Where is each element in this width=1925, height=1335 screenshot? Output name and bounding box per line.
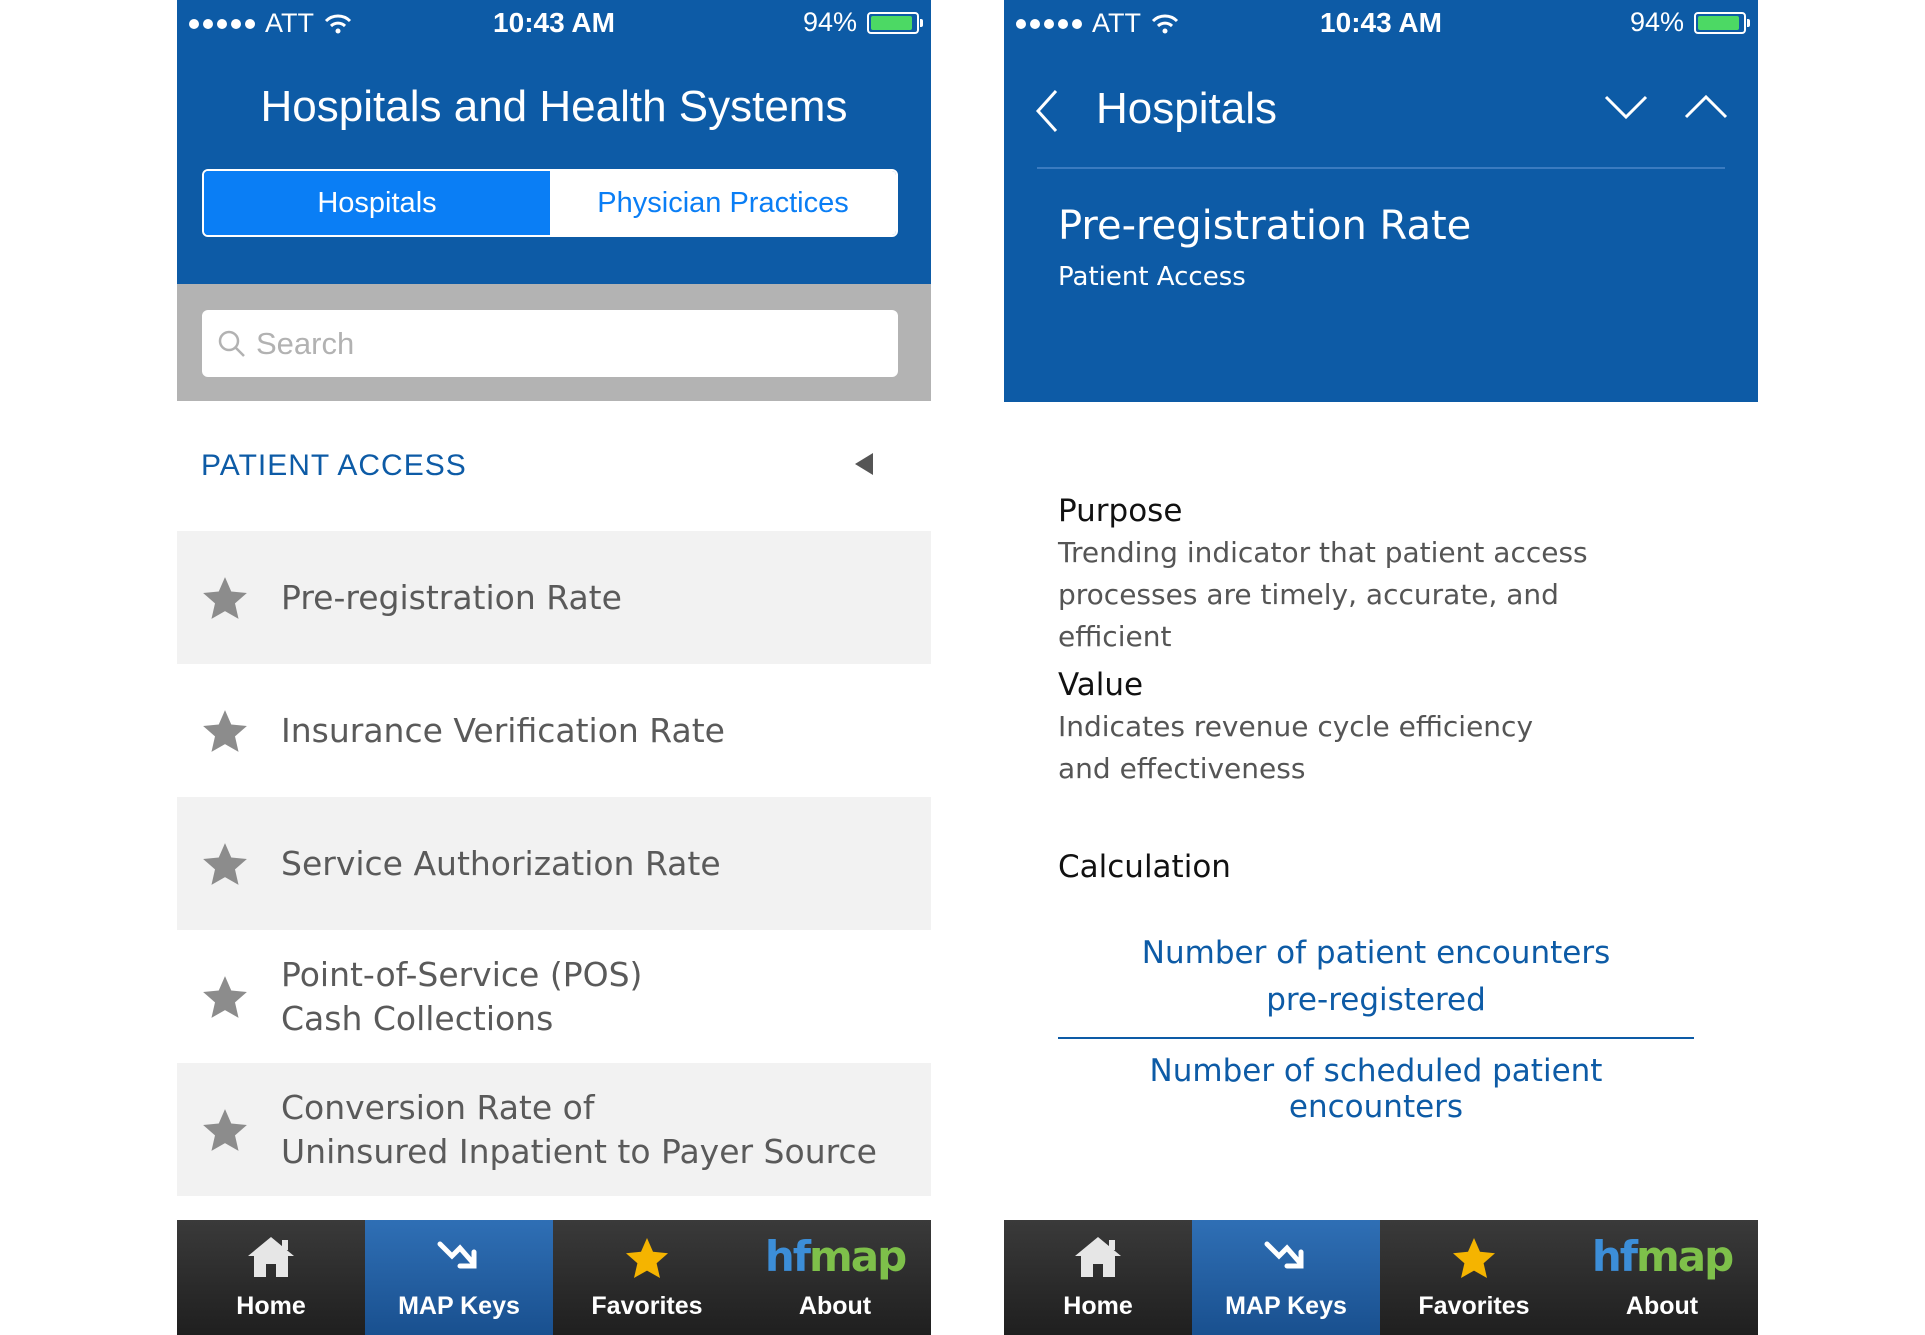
segmented-control: Hospitals Physician Practices (202, 169, 898, 237)
metric-list: Pre-registration Rate Insurance Verifica… (177, 531, 931, 1196)
page-title: Hospitals and Health Systems (260, 82, 848, 131)
metric-row-service-authorization-rate[interactable]: Service Authorization Rate (177, 797, 931, 930)
metric-label: Pre-registration Rate (281, 577, 622, 617)
tab-bar: Home MAP Keys Favorites hfmap About (1004, 1220, 1758, 1335)
tab-label: MAP Keys (398, 1292, 520, 1320)
tab-label: About (798, 1292, 872, 1320)
battery-percent: 94% (1629, 7, 1684, 37)
segment-physician-practices[interactable]: Physician Practices (550, 171, 896, 235)
detail-header: Hospitals Pre-registration Rate Patient … (1004, 47, 1758, 402)
favorite-star-icon[interactable] (200, 573, 250, 623)
hfmap-logo: hfmap (764, 1232, 907, 1281)
metric-label: Conversion Rate of Uninsured Inpatient to… (281, 1087, 877, 1171)
favorite-star-icon[interactable] (200, 706, 250, 756)
header-divider (1037, 167, 1725, 169)
battery-status: 94% (1629, 7, 1750, 38)
tab-home[interactable]: Home (1004, 1220, 1192, 1335)
metric-label: Insurance Verification Rate (281, 710, 725, 750)
search-input[interactable]: Search (202, 310, 898, 377)
back-chevron-icon[interactable] (1032, 87, 1062, 135)
metric-row-conversion-rate[interactable]: Conversion Rate of Uninsured Inpatient to… (177, 1063, 931, 1196)
search-bar: Search (177, 284, 931, 401)
calculation-numerator: Number of patient encounters pre-register… (1141, 935, 1611, 1018)
star-icon (626, 1238, 668, 1278)
tab-label: MAP Keys (1225, 1292, 1347, 1320)
search-icon (216, 328, 248, 360)
tab-bar: Home MAP Keys Favorites hfmap About (177, 1220, 931, 1335)
tab-label: Favorites (1418, 1292, 1530, 1320)
section-header-patient-access[interactable]: PATIENT ACCESS (177, 401, 931, 531)
purpose-text: Trending indicator that patient access pr… (1058, 536, 1588, 653)
battery-icon (1694, 11, 1750, 34)
metric-row-pos-cash-collections[interactable]: Point-of-Service (POS) Cash Collections (177, 930, 931, 1063)
detail-subtitle: Patient Access (1058, 262, 1246, 292)
star-icon (1453, 1238, 1495, 1278)
purpose-heading: Purpose (1058, 493, 1183, 529)
phone-detail-screen: ATT 10:43 AM 94% Hospitals Pre-registrat… (1004, 0, 1758, 1335)
battery-icon (867, 11, 923, 34)
metric-row-pre-registration-rate[interactable]: Pre-registration Rate (177, 531, 931, 664)
tab-map-keys[interactable]: MAP Keys (1192, 1220, 1380, 1335)
detail-title: Pre-registration Rate (1058, 203, 1472, 249)
status-bar: ATT 10:43 AM 94% (1004, 0, 1758, 47)
metric-label: Point-of-Service (POS) Cash Collections (281, 954, 643, 1038)
calculation-denominator: Number of scheduled patient encounters (1149, 1053, 1603, 1125)
favorite-star-icon[interactable] (200, 972, 250, 1022)
segment-hospitals[interactable]: Hospitals (204, 171, 550, 235)
phone-list-screen: ATT 10:43 AM 94% Hospitals and Health Sy… (177, 0, 931, 1335)
list-header: Hospitals and Health Systems Hospitals P… (177, 47, 931, 284)
value-text: Indicates revenue cycle efficiency and ef… (1058, 710, 1534, 785)
metric-label: Service Authorization Rate (281, 843, 721, 883)
value-heading: Value (1058, 667, 1144, 703)
home-icon (248, 1237, 294, 1277)
map-keys-arrow-icon (437, 1241, 477, 1269)
home-icon (1075, 1237, 1121, 1277)
chevron-up-icon[interactable] (1683, 91, 1729, 121)
tab-map-keys[interactable]: MAP Keys (365, 1220, 553, 1335)
tab-home[interactable]: Home (177, 1220, 365, 1335)
collapse-arrow-icon[interactable] (855, 453, 873, 475)
tab-about[interactable]: hfmap About (1568, 1220, 1756, 1335)
favorite-star-icon[interactable] (200, 839, 250, 889)
section-title: PATIENT ACCESS (201, 449, 467, 482)
search-placeholder: Search (256, 325, 355, 361)
tab-label: Home (1063, 1292, 1133, 1320)
status-bar: ATT 10:43 AM 94% (177, 0, 931, 47)
hfmap-logo: hfmap (1591, 1232, 1734, 1281)
metric-row-insurance-verification-rate[interactable]: Insurance Verification Rate (177, 664, 931, 797)
tab-label: Favorites (591, 1292, 703, 1320)
map-keys-arrow-icon (1264, 1241, 1304, 1269)
tab-label: About (1625, 1292, 1699, 1320)
calculation-heading: Calculation (1058, 849, 1231, 885)
battery-status: 94% (802, 7, 923, 38)
favorite-star-icon[interactable] (200, 1105, 250, 1155)
tab-favorites[interactable]: Favorites (1380, 1220, 1568, 1335)
fraction-divider (1058, 1037, 1694, 1039)
chevron-down-icon[interactable] (1603, 91, 1649, 121)
tab-label: Home (236, 1292, 306, 1320)
tab-about[interactable]: hfmap About (741, 1220, 929, 1335)
nav-title: Hospitals (1096, 84, 1277, 133)
battery-percent: 94% (802, 7, 857, 37)
tab-favorites[interactable]: Favorites (553, 1220, 741, 1335)
